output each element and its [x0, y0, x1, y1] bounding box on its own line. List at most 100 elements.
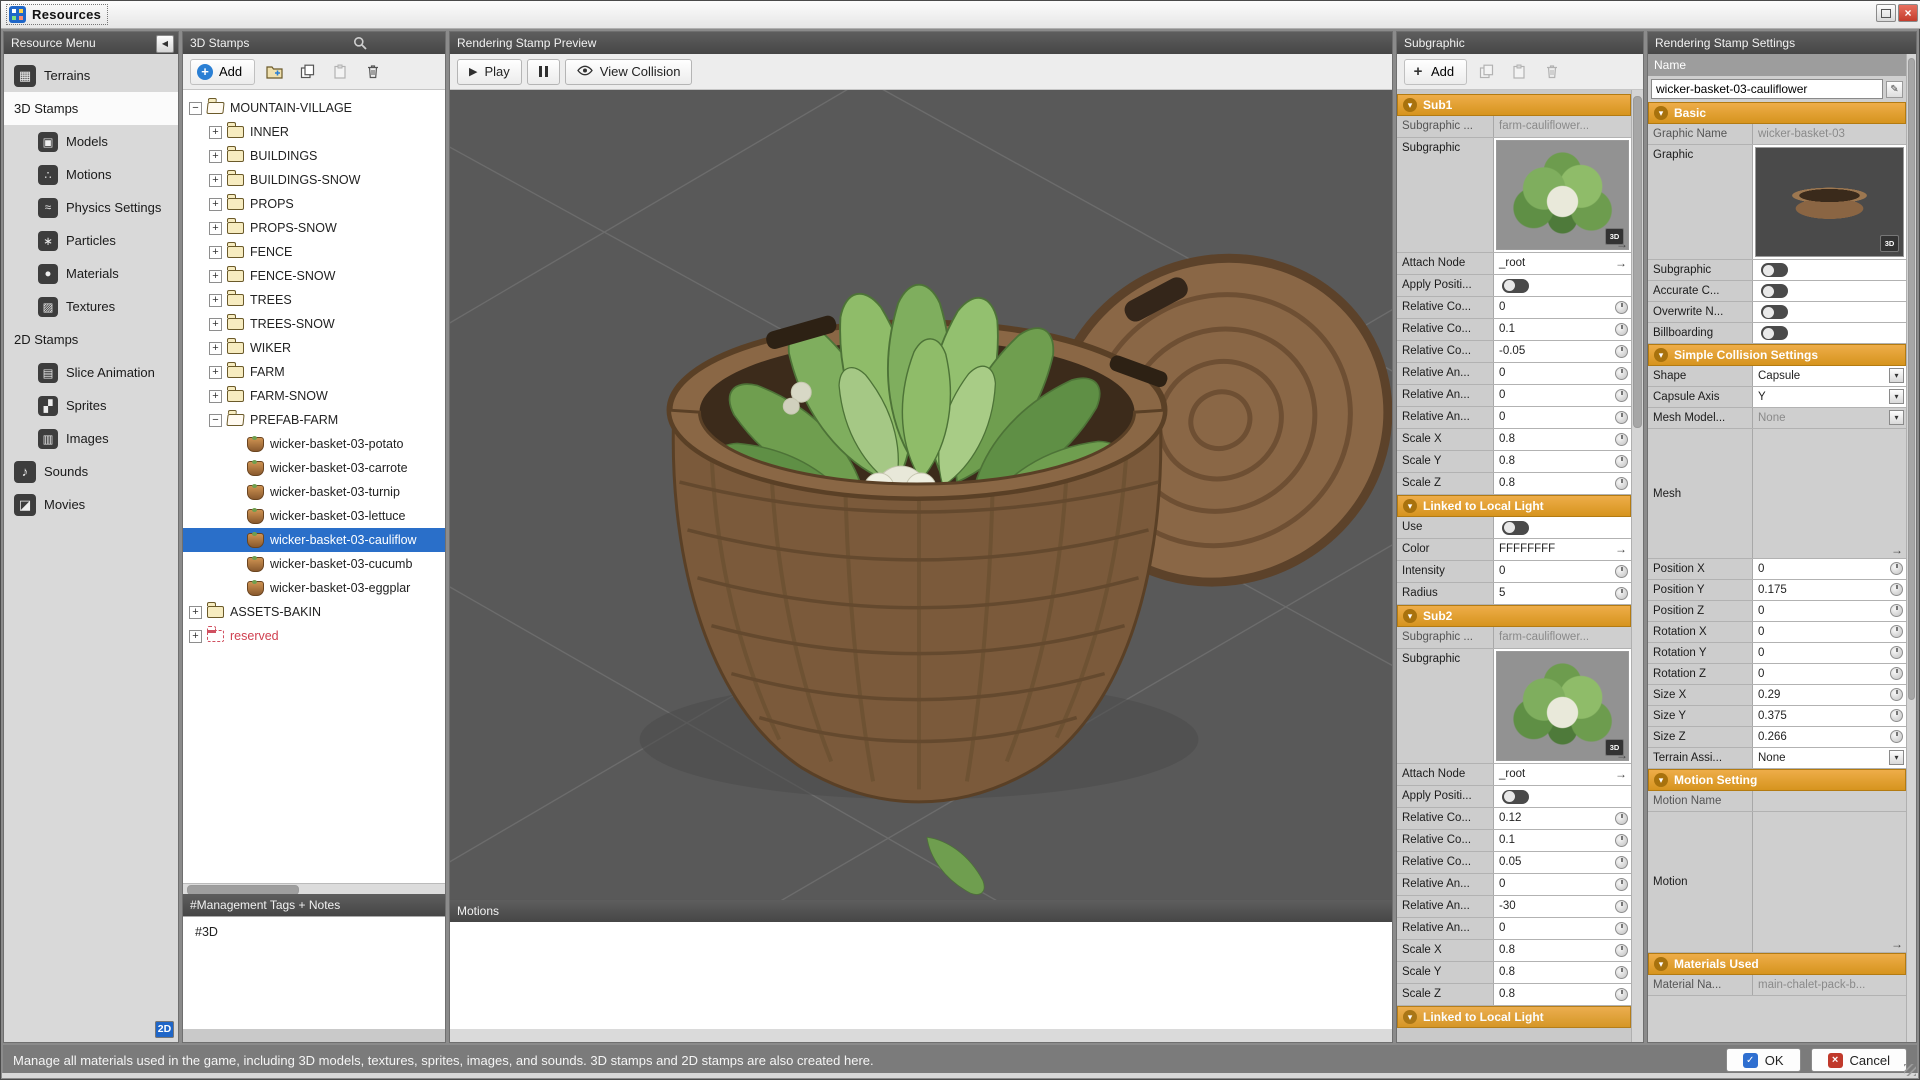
new-folder-button[interactable] [260, 58, 288, 86]
tree-folder[interactable]: +INNER [183, 120, 445, 144]
tree-item[interactable]: wicker-basket-03-carrote [183, 456, 445, 480]
arrow-right-icon[interactable] [1891, 543, 1903, 557]
delete-button[interactable] [359, 58, 387, 86]
value-dial-icon[interactable] [1615, 966, 1628, 979]
expand-box-icon[interactable]: + [209, 270, 222, 283]
property-value-cell[interactable]: 0 [1494, 407, 1631, 428]
sidebar-item-images[interactable]: ▥Images [4, 422, 178, 455]
value-dial-icon[interactable] [1890, 604, 1903, 617]
section-header[interactable]: Sub2 [1397, 605, 1631, 627]
collapse-box-icon[interactable]: − [209, 414, 222, 427]
section-header[interactable]: Linked to Local Light [1397, 1006, 1631, 1028]
property-value-cell[interactable] [1494, 786, 1631, 807]
arrow-right-icon[interactable] [1615, 767, 1627, 781]
property-value-cell[interactable]: 0.8 [1494, 429, 1631, 450]
delete-button[interactable] [1538, 58, 1566, 86]
value-dial-icon[interactable] [1615, 565, 1628, 578]
value-dial-icon[interactable] [1890, 667, 1903, 680]
property-value-cell[interactable] [1494, 517, 1631, 538]
tree-item[interactable]: wicker-basket-03-lettuce [183, 504, 445, 528]
property-value-cell[interactable]: -0.05 [1494, 341, 1631, 362]
expand-box-icon[interactable]: + [209, 246, 222, 259]
edit-icon[interactable]: ✎ [1886, 81, 1903, 98]
value-dial-icon[interactable] [1615, 922, 1628, 935]
property-value-cell[interactable] [1753, 281, 1906, 301]
sidebar-item-sounds[interactable]: ♪Sounds [4, 455, 178, 488]
basket-thumbnail[interactable]: 3D [1755, 147, 1904, 257]
property-value-cell[interactable]: 0 [1494, 297, 1631, 318]
arrow-right-icon[interactable] [1616, 237, 1628, 251]
value-dial-icon[interactable] [1615, 411, 1628, 424]
sidebar-item-slice-animation[interactable]: ▤Slice Animation [4, 356, 178, 389]
property-value-cell[interactable]: 0 [1753, 559, 1906, 579]
arrow-right-icon[interactable] [1615, 256, 1627, 270]
tree-item[interactable]: wicker-basket-03-eggplar [183, 576, 445, 600]
expand-box-icon[interactable]: + [209, 174, 222, 187]
sidebar-item-textures[interactable]: ▨Textures [4, 290, 178, 323]
property-value-cell[interactable] [1753, 260, 1906, 280]
sidebar-item-terrains[interactable]: ▦Terrains [4, 59, 178, 92]
tree-item[interactable]: wicker-basket-03-cucumb [183, 552, 445, 576]
property-value-cell[interactable]: 0 [1494, 874, 1631, 895]
property-value-cell[interactable]: 0.8 [1494, 984, 1631, 1005]
property-value-cell[interactable]: 0.8 [1494, 473, 1631, 494]
value-dial-icon[interactable] [1890, 646, 1903, 659]
restore-button[interactable] [1876, 4, 1896, 22]
tree-folder[interactable]: +BUILDINGS-SNOW [183, 168, 445, 192]
view-collision-button[interactable]: View Collision [565, 59, 693, 85]
property-value-cell[interactable]: 0 [1494, 918, 1631, 939]
tree-folder[interactable]: +WIKER [183, 336, 445, 360]
tree-folder[interactable]: +PROPS-SNOW [183, 216, 445, 240]
arrow-right-icon[interactable] [1615, 542, 1627, 556]
tree-folder[interactable]: +PROPS [183, 192, 445, 216]
property-value-cell[interactable] [1753, 812, 1906, 952]
settings-scrollbar[interactable] [1906, 54, 1916, 1042]
property-value-cell[interactable]: -30 [1494, 896, 1631, 917]
value-dial-icon[interactable] [1615, 834, 1628, 847]
arrow-right-icon[interactable] [1616, 748, 1628, 762]
value-dial-icon[interactable] [1890, 688, 1903, 701]
expand-box-icon[interactable]: + [209, 222, 222, 235]
property-value-cell[interactable]: 3D [1494, 138, 1631, 252]
value-dial-icon[interactable] [1890, 730, 1903, 743]
value-dial-icon[interactable] [1615, 323, 1628, 336]
dropdown-arrow-icon[interactable] [1889, 750, 1904, 765]
property-value-cell[interactable]: 0 [1494, 561, 1631, 582]
tree-folder[interactable]: −MOUNTAIN-VILLAGE [183, 96, 445, 120]
property-value-cell[interactable]: 0.175 [1753, 580, 1906, 600]
tree-folder[interactable]: +ASSETS-BAKIN [183, 600, 445, 624]
value-dial-icon[interactable] [1890, 625, 1903, 638]
tree-folder[interactable]: +FENCE [183, 240, 445, 264]
value-dial-icon[interactable] [1615, 389, 1628, 402]
motions-list-area[interactable] [450, 922, 1392, 1029]
play-button[interactable]: ▶ Play [457, 59, 522, 85]
property-value-cell[interactable] [1753, 323, 1906, 343]
property-value-cell[interactable]: 3D [1494, 649, 1631, 763]
property-value-cell[interactable]: 5 [1494, 583, 1631, 604]
property-value-cell[interactable]: 0.29 [1753, 685, 1906, 705]
property-value-cell[interactable] [1494, 275, 1631, 296]
section-header[interactable]: Simple Collision Settings [1648, 344, 1906, 366]
property-value-cell[interactable]: 0.8 [1494, 451, 1631, 472]
toggle-switch-off[interactable] [1761, 263, 1788, 277]
value-dial-icon[interactable] [1615, 587, 1628, 600]
section-header[interactable]: Motion Setting [1648, 769, 1906, 791]
tree-folder[interactable]: −PREFAB-FARM [183, 408, 445, 432]
value-dial-icon[interactable] [1615, 900, 1628, 913]
sidebar-item-movies[interactable]: ◪Movies [4, 488, 178, 521]
value-dial-icon[interactable] [1615, 477, 1628, 490]
pause-button[interactable] [527, 59, 560, 85]
cauliflower-thumbnail[interactable]: 3D [1496, 140, 1629, 250]
tree-folder[interactable]: +BUILDINGS [183, 144, 445, 168]
close-button[interactable]: × [1898, 4, 1918, 22]
property-value-cell[interactable]: 3D [1753, 145, 1906, 259]
sidebar-item-physics-settings[interactable]: ≈Physics Settings [4, 191, 178, 224]
resize-grip[interactable] [1904, 1064, 1916, 1076]
value-dial-icon[interactable] [1615, 433, 1628, 446]
section-header[interactable]: Basic [1648, 102, 1906, 124]
expand-box-icon[interactable]: + [209, 150, 222, 163]
property-value-cell[interactable]: 0 [1494, 363, 1631, 384]
property-value-cell[interactable] [1753, 302, 1906, 322]
paste-button[interactable] [326, 58, 354, 86]
arrow-right-icon[interactable] [1891, 937, 1903, 951]
